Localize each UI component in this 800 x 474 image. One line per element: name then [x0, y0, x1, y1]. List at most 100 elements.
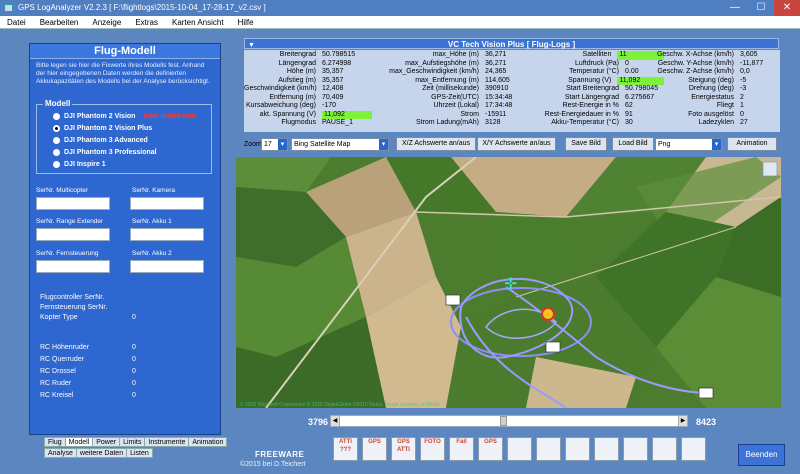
tab-flug[interactable]: Flug: [44, 437, 66, 447]
telemetry-label: Längengrad: [278, 59, 316, 67]
tab-instrumente[interactable]: Instrumente: [144, 437, 190, 447]
drone-x-icon[interactable]: [565, 437, 590, 461]
data-panel-title: ▼ VC Tech Vision Plus [ Flug-Logs ]: [244, 38, 779, 49]
telemetry-value: 0: [740, 110, 744, 118]
data-panel-title-text: VC Tech Vision Plus [ Flug-Logs ]: [447, 40, 576, 49]
rc-value: 0: [132, 344, 136, 351]
zoom-select[interactable]: 17: [261, 138, 288, 151]
model-option[interactable]: DJI Phantom 3 Advanced: [53, 137, 148, 144]
label-extender: SerNr. Range Extender: [36, 218, 104, 225]
telemetry-value: 15:34:48: [485, 93, 513, 101]
load-image-button[interactable]: Load Bild: [612, 137, 654, 151]
save-image-button[interactable]: Save Bild: [565, 137, 607, 151]
animation-button[interactable]: Animation: [727, 137, 777, 151]
menu-bearbeiten[interactable]: Bearbeiten: [33, 16, 86, 28]
menu-datei[interactable]: Datei: [0, 16, 33, 28]
radio-icon[interactable]: [53, 125, 60, 132]
rc-row: RC Drossel 0: [40, 368, 136, 375]
extender-input[interactable]: [36, 228, 110, 241]
info-label: Fernsteuerung SerNr.: [40, 304, 108, 311]
warning-icon[interactable]: [536, 437, 561, 461]
menu-hilfe[interactable]: Hilfe: [231, 16, 261, 28]
telemetry-row: max_Entfernung (m) 114,605: [364, 77, 529, 86]
telemetry-value: 6.274998: [322, 59, 352, 67]
foto-icon[interactable]: FOTO: [420, 437, 445, 461]
xz-axis-button[interactable]: X/Z Achswerte an/aus: [396, 137, 476, 151]
telemetry-label: Rest-Energiedauer in %: [544, 110, 619, 118]
target-icon[interactable]: [652, 437, 677, 461]
radio-icon[interactable]: [53, 161, 60, 168]
telemetry-label: Strom: [460, 110, 479, 118]
target2-icon[interactable]: [681, 437, 706, 461]
telemetry-label: Zeit (millisekunde): [422, 85, 479, 92]
telemetry-row: max_Aufstiegshöhe (m) 36,271: [364, 60, 529, 69]
akku1-input[interactable]: [130, 228, 204, 241]
radio-icon[interactable]: [53, 137, 60, 144]
tab-animation[interactable]: Animation: [188, 437, 228, 447]
close-icon[interactable]: ✕: [774, 0, 800, 16]
rc-row: RC Querruder 0: [40, 356, 136, 363]
model-option[interactable]: DJI Inspire 1: [53, 161, 106, 168]
telemetry-value: 35,357: [322, 68, 344, 75]
model-option[interactable]: DJI Phantom 2 Vision Plus: [53, 125, 152, 132]
blank-icon[interactable]: [507, 437, 532, 461]
tool-label: ATTI ???: [339, 439, 352, 453]
xy-axis-button[interactable]: X/Y Achswerte an/aus: [477, 137, 556, 151]
beenden-button[interactable]: Beenden: [738, 444, 785, 466]
map-image: ✛: [236, 157, 781, 408]
telemetry-label: Drehung (deg): [688, 85, 734, 92]
telemetry-label: akt. Spannung (V): [259, 110, 316, 118]
telemetry-row: Zeit (millisekunde) 390910: [364, 85, 529, 94]
label-akku2: SerNr. Akku 2: [132, 250, 172, 257]
satellite-map[interactable]: ✛: [236, 157, 781, 408]
kamera-input[interactable]: [130, 197, 204, 210]
model-option[interactable]: DJI Phantom 3 Professional: [53, 149, 157, 156]
telemetry-value: -15911: [485, 110, 507, 118]
rc-value: 0: [132, 380, 136, 387]
model-label: DJI Phantom 3 Professional: [64, 149, 157, 156]
tab-analyse[interactable]: Analyse: [44, 448, 77, 458]
rc-row: RC Höhenruder 0: [40, 344, 136, 351]
menu-extras[interactable]: Extras: [128, 16, 165, 28]
gps-icon[interactable]: GPS: [362, 437, 387, 461]
tab-listen[interactable]: Listen: [126, 448, 153, 458]
tab-power[interactable]: Power: [92, 437, 121, 447]
waypoint-icon[interactable]: [623, 437, 648, 461]
telemetry-value: -11,877: [740, 59, 764, 67]
model-label: DJI Phantom 3 Advanced: [64, 137, 148, 144]
atti-gps-icon[interactable]: GPS: [478, 437, 503, 461]
telemetry-row: Fliegt 1: [634, 102, 780, 111]
gps-fail-icon[interactable]: Fail: [449, 437, 474, 461]
maximize-icon[interactable]: ☐: [748, 0, 774, 16]
slider-thumb[interactable]: [499, 416, 507, 426]
telemetry-row: Geschw. X-Achse (km/h) 3,605: [634, 51, 780, 60]
gps-atti-icon[interactable]: GPS ATTI: [391, 437, 416, 461]
menu-anzeige[interactable]: Anzeige: [85, 16, 128, 28]
rc-row: RC Ruder 0: [40, 380, 136, 387]
telemetry-label: Höhe (m): [286, 68, 316, 75]
fernsteuerung-input[interactable]: [36, 260, 110, 273]
telemetry-label: Temperatur (°C): [569, 68, 619, 75]
atti-unknown-icon[interactable]: ATTI ???: [333, 437, 358, 461]
tab-modell[interactable]: Modell: [64, 437, 94, 447]
info-label: Flugcontroller SerNr.: [40, 294, 105, 301]
radio-icon[interactable]: [53, 149, 60, 156]
telemetry-label: max_Höhe (m): [432, 51, 479, 58]
route-icon[interactable]: [594, 437, 619, 461]
map-type-select[interactable]: Bing Satellite Map: [291, 138, 389, 151]
model-option[interactable]: DJI Phantom 2 Vision oder unbekannt: [53, 113, 196, 120]
slider-right-icon[interactable]: ▶: [678, 416, 687, 426]
rc-label: RC Drossel: [40, 368, 76, 375]
tab-limits[interactable]: Limits: [119, 437, 146, 447]
info-row: Kopter Type 0: [40, 314, 136, 321]
multicopter-input[interactable]: [36, 197, 110, 210]
radio-icon[interactable]: [53, 113, 60, 120]
menu-karten-ansicht[interactable]: Karten Ansicht: [165, 16, 231, 28]
map-credit: © 2015 Microsoft Corporation © 2015 Digi…: [240, 402, 440, 408]
timeline-slider[interactable]: ◀ ▶: [330, 415, 688, 427]
slider-left-icon[interactable]: ◀: [331, 416, 340, 426]
tab-weitere-daten[interactable]: weitere Daten: [75, 448, 128, 458]
format-select[interactable]: Png: [655, 138, 722, 151]
akku2-input[interactable]: [130, 260, 204, 273]
minimize-icon[interactable]: —: [722, 0, 748, 16]
